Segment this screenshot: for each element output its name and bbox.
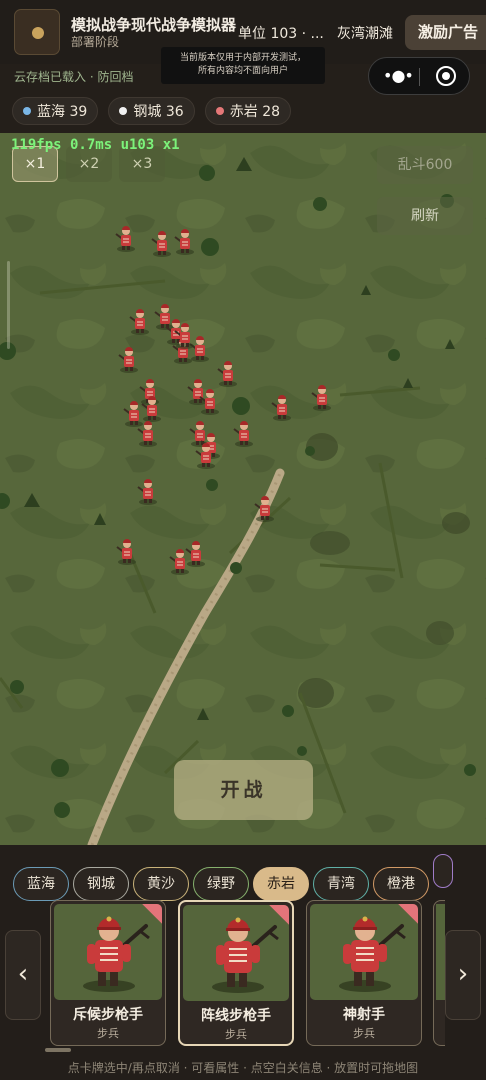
red-soldier-unit[interactable] [123,401,143,427]
app-logo-icon [14,9,60,55]
tab-bluesea[interactable]: 蓝海 [13,867,69,901]
start-battle-button[interactable]: 开战 [174,760,313,820]
reward-ad-button[interactable]: 激励广告 [405,15,486,50]
red-soldier-unit[interactable] [129,309,149,335]
unit-card-line-rifleman[interactable]: 阵线步枪手 步兵 [178,900,294,1046]
faction-dot-icon [215,107,224,115]
faction-tabs: 蓝海 钢城 黄沙 绿野 赤岩 青湾 橙港 [13,854,457,901]
close-target-icon[interactable] [436,66,456,86]
internal-test-notice: 当前版本仅用于内部开发测试， 所有内容均不面向用户 [161,47,325,84]
card-name: 斥候步枪手 [73,1007,143,1023]
red-soldier-unit[interactable] [118,347,138,373]
battle-map[interactable]: 119fps 0.7ms u103 x1 ×1 ×2 ×3 乱斗600 刷新 开… [0,133,486,845]
map-scroll-indicator [7,261,10,349]
tab-steel[interactable]: 钢城 [73,867,129,901]
red-soldier-unit[interactable] [151,231,171,257]
faction-count-row: 蓝海 39 钢城 36 赤岩 28 [12,97,296,127]
red-soldier-unit[interactable] [137,479,157,505]
red-soldier-unit[interactable] [271,395,291,421]
next-card-peek [433,900,445,1046]
unit-count: 单位 103 · ... [238,26,324,42]
refresh-button[interactable]: 刷新 [377,197,473,235]
fps-debug-overlay: 119fps 0.7ms u103 x1 [11,137,180,153]
unit-card-scout-rifleman[interactable]: 斥候步枪手 步兵 [50,900,166,1046]
red-soldier-unit[interactable] [169,549,189,575]
red-soldier-unit[interactable] [233,421,253,447]
faction-chip-steel: 钢城 36 [108,97,195,125]
region-name: 灰湾潮滩 [337,26,393,42]
tab-green[interactable]: 绿野 [193,867,249,901]
red-soldier-unit[interactable] [116,539,136,565]
red-soldier-unit[interactable] [154,304,174,330]
card-type: 步兵 [353,1027,375,1040]
red-soldier-unit[interactable] [174,229,194,255]
marksman-portrait [310,904,418,1000]
card-scroll-thumb [45,1048,71,1052]
card-name: 阵线步枪手 [201,1008,271,1024]
controls-hint: 点卡牌选中/再点取消 · 可看属性 · 点空白关信息 · 放置时可拖地图 [67,1061,419,1075]
tab-purple[interactable] [433,854,453,888]
unit-card-marksman[interactable]: 神射手 步兵 [306,900,422,1046]
red-soldier-unit[interactable] [115,226,135,252]
prev-cards-button[interactable]: ‹ [5,930,41,1020]
red-soldier-unit[interactable] [311,385,331,411]
red-soldier-unit[interactable] [217,361,237,387]
deploy-panel: 蓝海 钢城 黄沙 绿野 赤岩 青湾 橙港 ‹ › 斥候步枪手 步兵 阵线步枪手 步兵 神射手… [0,845,486,1080]
faction-dot-icon [23,107,31,115]
red-soldier-unit[interactable] [189,336,209,362]
unit-layer [115,226,331,575]
faction-dot-icon [119,107,128,115]
line-rifleman-portrait [183,905,289,1001]
next-cards-button[interactable]: › [445,930,481,1020]
save-status: 云存档已载入 · 防回档 [14,70,134,84]
phase-label: 部署阶段 [71,35,120,49]
card-type: 步兵 [97,1027,119,1040]
app-title: 模拟战争现代战争模拟器 [71,16,237,34]
red-soldier-unit[interactable] [254,496,274,522]
tab-sand[interactable]: 黄沙 [133,867,189,901]
card-name: 神射手 [343,1007,385,1023]
faction-chip-bluesea: 蓝海 39 [12,97,99,125]
miniprogram-capsule: •●• [368,57,470,95]
brawl-600-button[interactable]: 乱斗600 [377,146,473,184]
tab-redrock[interactable]: 赤岩 [253,867,309,901]
red-soldier-unit[interactable] [185,541,205,567]
faction-chip-redrock: 赤岩 28 [204,97,292,125]
scout-rifleman-portrait [54,904,162,1000]
tab-teal[interactable]: 青湾 [313,867,369,901]
tab-orange[interactable]: 橙港 [373,867,429,901]
more-menu-icon[interactable]: •●• [383,66,414,85]
card-type: 步兵 [225,1028,247,1041]
